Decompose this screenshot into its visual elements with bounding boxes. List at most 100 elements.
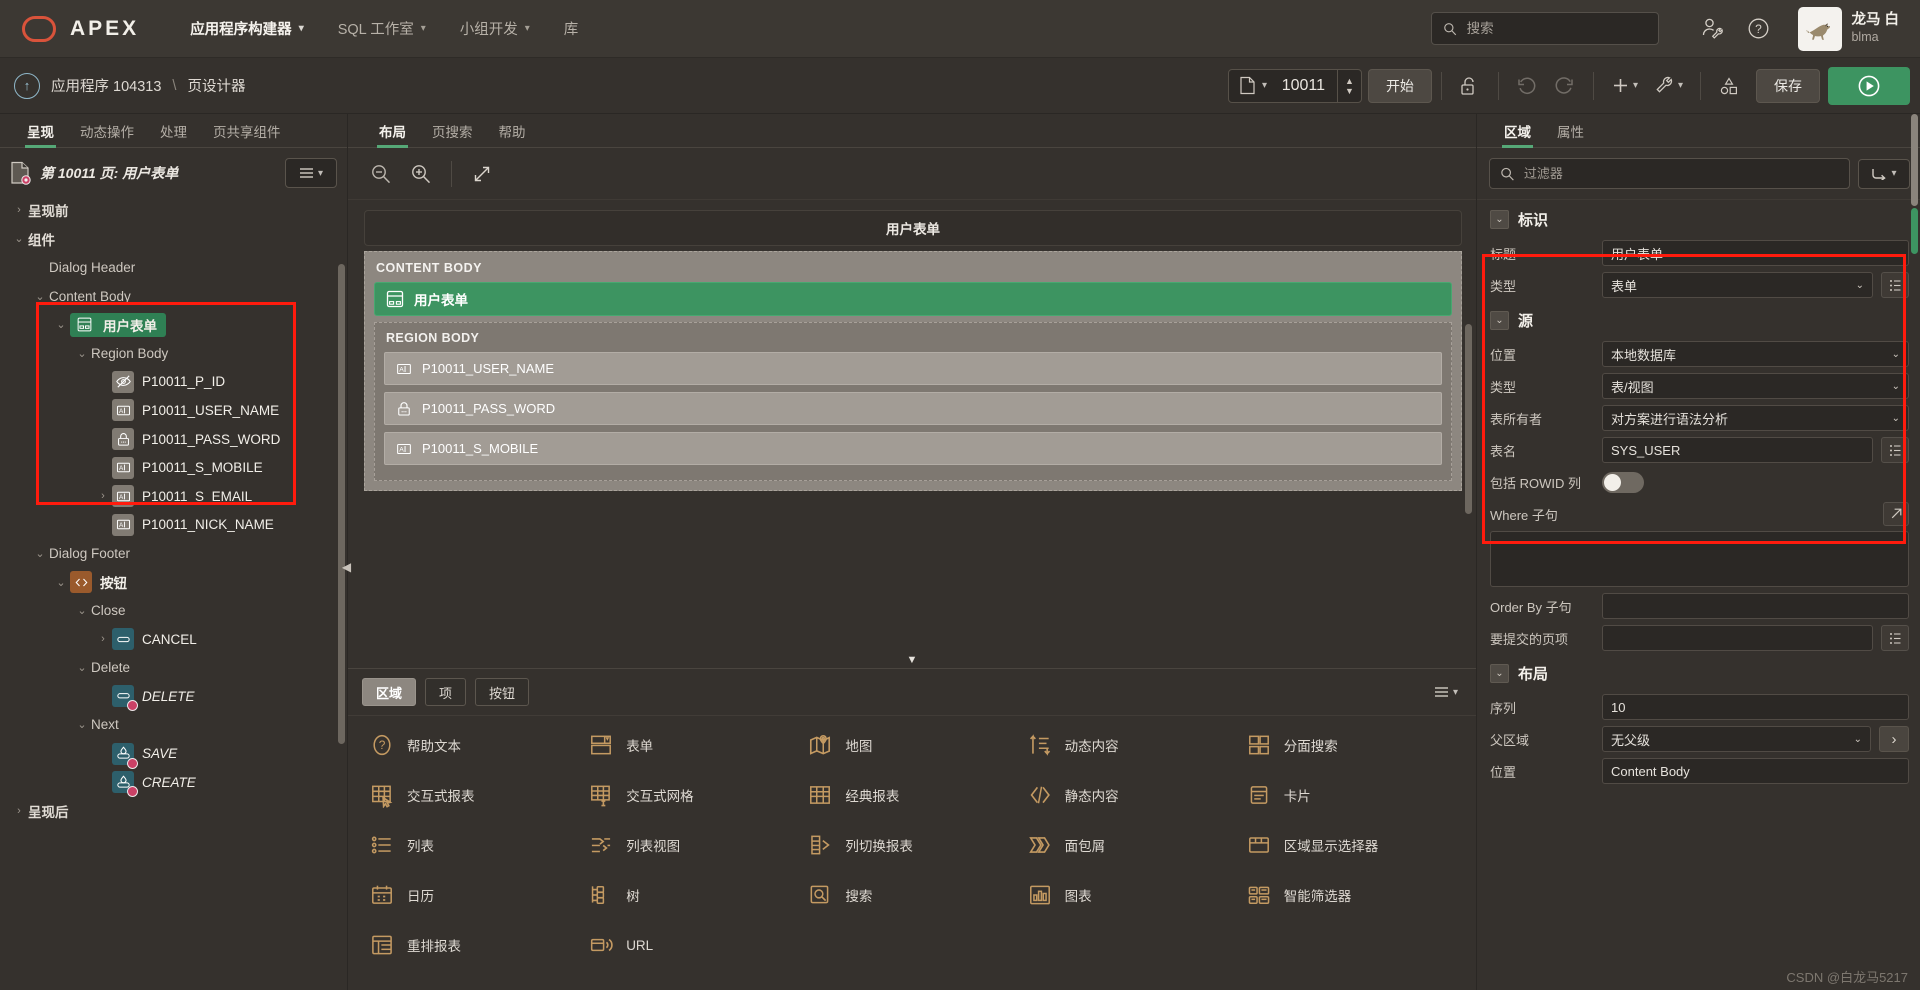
section-collapse-toggle[interactable]: ⌄ — [1490, 210, 1509, 229]
layout-canvas[interactable]: 用户表单 CONTENT BODY 用户表单 REGION BODY A P10… — [348, 200, 1476, 668]
tree-node[interactable]: Dialog Header — [0, 253, 347, 282]
gallery-options-menu[interactable]: ▾ — [1430, 682, 1462, 702]
gallery-tab-regions[interactable]: 区域 — [362, 678, 417, 706]
canvas-item-row[interactable]: A P10011_USER_NAME — [384, 352, 1442, 385]
tree-node[interactable]: P10011_PASS_WORD — [0, 425, 347, 454]
property-value-field[interactable] — [1602, 593, 1909, 619]
page-type-dropdown[interactable]: ▾ — [1229, 76, 1277, 95]
property-editor[interactable]: ⌄ 标识 标题 用户表单 类型 表单 ⌄ ⌄ 源位置 本地数据库 ⌄ 类型 表/视图 ⌄ 表所有者 对方案进行… — [1477, 200, 1920, 990]
gallery-item[interactable]: 交互式报表 — [364, 770, 583, 820]
region-body-block[interactable]: REGION BODY A P10011_USER_NAME P10011_PASS… — [374, 322, 1452, 481]
tree-node[interactable]: P10011_P_ID — [0, 368, 347, 397]
tree-toggle-down-icon[interactable]: ⌄ — [73, 718, 91, 731]
right-scrollbar-thumb[interactable] — [1911, 208, 1918, 254]
left-pane-resizer[interactable]: ◀ — [342, 552, 351, 582]
gallery-item[interactable]: 分面搜索 — [1241, 720, 1460, 770]
open-code-editor-button[interactable] — [1883, 502, 1909, 526]
page-number-value[interactable]: 10011 — [1277, 77, 1337, 95]
go-button[interactable]: 开始 — [1367, 68, 1432, 103]
help-button[interactable]: ? — [1735, 6, 1781, 52]
account-menu-button[interactable] — [1689, 6, 1735, 52]
right-scrollbar-top[interactable] — [1911, 114, 1918, 206]
tree-node[interactable]: › 呈现前 — [0, 196, 347, 225]
gallery-item[interactable]: 列切换报表 — [802, 820, 1021, 870]
gallery-item[interactable]: 列表 — [364, 820, 583, 870]
gallery-tab-buttons[interactable]: 按钮 — [475, 678, 530, 706]
tree-node[interactable]: SAVE — [0, 739, 347, 769]
tree-node[interactable]: A P10011_NICK_NAME — [0, 511, 347, 540]
tree-node[interactable]: ⌄ Delete — [0, 654, 347, 683]
tab-page-properties[interactable]: 属性 — [1544, 116, 1597, 147]
tree-node[interactable]: ⌄ 用户表单 — [0, 310, 347, 339]
zoom-in-button[interactable] — [402, 155, 440, 193]
navigate-up-button[interactable]: ↑ — [14, 72, 40, 99]
dialog-header-block[interactable]: 用户表单 — [364, 210, 1462, 246]
tree-toggle-down-icon[interactable]: ⌄ — [73, 661, 91, 674]
property-value-field[interactable]: 无父级 ⌄ — [1602, 726, 1871, 752]
tree-node[interactable]: ⌄ Close — [0, 596, 347, 625]
tree-node[interactable]: › A P10011_S_EMAIL — [0, 482, 347, 511]
gallery-item[interactable]: 重排报表 — [364, 920, 583, 970]
property-options-menu[interactable]: ▾ — [1858, 158, 1910, 189]
property-value-field[interactable]: 10 — [1602, 694, 1909, 720]
tab-dynamic-actions[interactable]: 动态操作 — [67, 116, 147, 147]
tree-node[interactable]: ⌄ Dialog Footer — [0, 539, 347, 568]
tree-options-menu[interactable]: ▾ — [285, 158, 337, 188]
breadcrumb-app[interactable]: 应用程序 104313 — [51, 75, 161, 96]
page-number-stepper[interactable]: ▲ ▼ — [1337, 69, 1361, 102]
brand[interactable]: APEX — [0, 15, 139, 42]
expand-layout-button[interactable] — [463, 155, 501, 193]
canvas-item-row[interactable]: P10011_PASS_WORD — [384, 392, 1442, 425]
tab-page-search[interactable]: 页搜索 — [419, 116, 486, 147]
tree-toggle-down-icon[interactable]: ⌄ — [10, 232, 28, 245]
tree-node[interactable]: ⌄ Next — [0, 711, 347, 740]
property-value-field[interactable]: 本地数据库 ⌄ — [1602, 341, 1909, 367]
tab-help[interactable]: 帮助 — [486, 116, 539, 147]
utilities-menu-button[interactable]: ▾ — [1646, 67, 1691, 105]
save-button[interactable]: 保存 — [1756, 68, 1820, 103]
gallery-item[interactable]: 动态内容 — [1022, 720, 1241, 770]
where-clause-textarea[interactable] — [1490, 531, 1909, 587]
tree-node[interactable]: ⌄ Content Body — [0, 282, 347, 311]
gallery-item[interactable]: 日历 — [364, 870, 583, 920]
gallery-item[interactable]: 图表 — [1022, 870, 1241, 920]
gallery-item[interactable]: 搜索 — [802, 870, 1021, 920]
page-shapes-button[interactable] — [1710, 67, 1748, 105]
property-section-header[interactable]: ⌄ 标识 — [1477, 200, 1920, 237]
create-menu-button[interactable]: ▾ — [1603, 67, 1646, 105]
section-collapse-toggle[interactable]: ⌄ — [1490, 664, 1509, 683]
property-value-field[interactable]: 用户表单 — [1602, 240, 1909, 266]
left-scrollbar[interactable] — [338, 264, 345, 744]
gallery-item[interactable]: 卡片 — [1241, 770, 1460, 820]
tab-region-properties[interactable]: 区域 — [1491, 116, 1544, 148]
tree-toggle-down-icon[interactable]: ⌄ — [31, 547, 49, 560]
gallery-item[interactable]: 树 — [583, 870, 802, 920]
gallery-tab-items[interactable]: 项 — [425, 678, 467, 706]
property-section-header[interactable]: ⌄ 布局 — [1477, 654, 1920, 691]
property-value-field[interactable] — [1602, 625, 1873, 651]
gallery-item[interactable]: URL — [583, 920, 802, 970]
gallery-item[interactable]: 区域显示选择器 — [1241, 820, 1460, 870]
tree-node[interactable]: › 呈现后 — [0, 796, 347, 825]
tree-toggle-down-icon[interactable]: ⌄ — [73, 347, 91, 360]
search-input[interactable] — [1466, 21, 1648, 36]
undo-button[interactable] — [1508, 67, 1546, 105]
redo-button[interactable] — [1546, 67, 1584, 105]
gallery-item[interactable]: 经典报表 — [802, 770, 1021, 820]
nav-app-builder[interactable]: 应用程序构建器 ▾ — [173, 10, 321, 47]
page-component-tree[interactable]: › 呈现前 ⌄ 组件 Dialog Header ⌄ Content Body ⌄ 用户表单 ⌄ R… — [0, 196, 347, 990]
gallery-item[interactable]: ? 帮助文本 — [364, 720, 583, 770]
gallery-item[interactable]: 面包屑 — [1022, 820, 1241, 870]
property-value-field[interactable]: 表单 ⌄ — [1602, 272, 1873, 298]
global-search[interactable] — [1431, 12, 1660, 45]
zoom-out-button[interactable] — [362, 155, 400, 193]
nav-sql-workshop[interactable]: SQL 工作室 ▾ — [321, 10, 443, 47]
property-value-field[interactable]: Content Body — [1602, 758, 1909, 784]
tree-toggle-down-icon[interactable]: ⌄ — [52, 576, 70, 589]
gallery-item[interactable]: 交互式网格 — [583, 770, 802, 820]
tree-node[interactable]: ⌄ 组件 — [0, 225, 347, 254]
canvas-scrollbar[interactable] — [1465, 324, 1472, 514]
tab-rendering[interactable]: 呈现 — [14, 116, 67, 148]
property-value-field[interactable]: 对方案进行语法分析 ⌄ — [1602, 405, 1909, 431]
property-filter-input[interactable] — [1523, 166, 1839, 181]
